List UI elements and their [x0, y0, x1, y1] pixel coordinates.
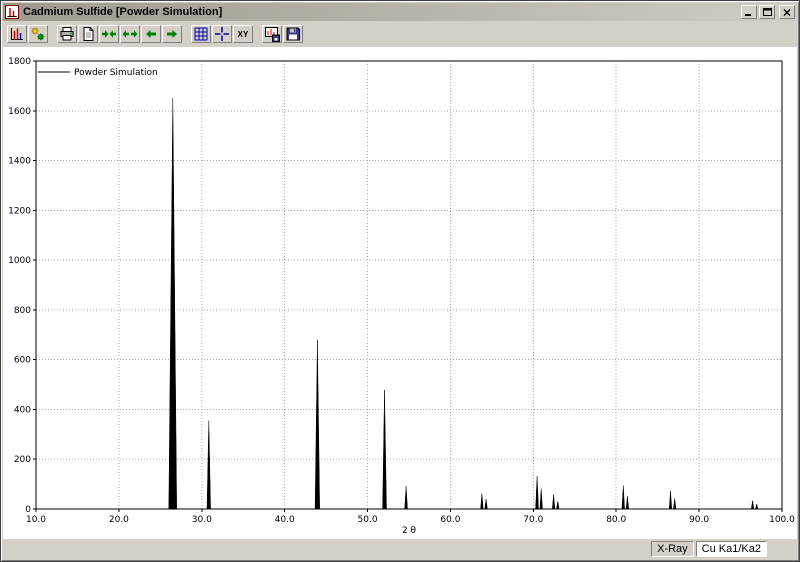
maximize-button[interactable] — [759, 5, 775, 19]
svg-text:90.0: 90.0 — [689, 515, 709, 525]
window-title: Cadmium Sulfide [Powder Simulation] — [23, 6, 223, 18]
compress-x-button[interactable] — [99, 25, 119, 43]
chart-area: 10.0 20.0 30.0 40.0 50.0 60.0 70.0 80.0 90.0 100.… — [3, 47, 797, 539]
crosshair-button[interactable] — [212, 25, 232, 43]
grid-toggle-button[interactable] — [191, 25, 211, 43]
print-button[interactable] — [57, 25, 77, 43]
app-icon[interactable] — [5, 5, 19, 19]
svg-text:10.0: 10.0 — [26, 515, 46, 525]
toolbar-group-navigation — [57, 25, 182, 43]
svg-text:1800: 1800 — [8, 57, 31, 67]
svg-text:80.0: 80.0 — [606, 515, 626, 525]
svg-text:800: 800 — [14, 306, 31, 316]
svg-text:2 θ: 2 θ — [402, 526, 417, 536]
xy-values-button[interactable]: XY — [233, 25, 253, 43]
minimize-icon — [745, 13, 751, 16]
export-chart-button[interactable] — [262, 25, 282, 43]
svg-text:1600: 1600 — [8, 107, 31, 117]
svg-text:60.0: 60.0 — [440, 515, 460, 525]
svg-text:1000: 1000 — [8, 256, 31, 266]
window-controls — [741, 5, 795, 19]
svg-text:200: 200 — [14, 455, 31, 465]
settings-icon — [31, 27, 45, 41]
close-icon — [783, 8, 791, 16]
export-chart-icon — [265, 27, 280, 42]
toolbar-group-file — [262, 25, 303, 43]
wavelength-panel: Cu Ka1/Ka2 — [695, 541, 767, 557]
svg-text:0: 0 — [25, 505, 31, 515]
scroll-right-icon — [167, 30, 177, 38]
diffractogram-icon — [11, 28, 23, 40]
svg-text:50.0: 50.0 — [358, 515, 378, 525]
toolbar: XY — [3, 21, 797, 47]
xy-icon: XY — [237, 29, 249, 39]
svg-text:1200: 1200 — [8, 206, 31, 216]
close-button[interactable] — [779, 5, 795, 19]
minimize-button[interactable] — [741, 5, 757, 19]
expand-x-button[interactable] — [120, 25, 140, 43]
svg-text:100.0: 100.0 — [769, 515, 795, 525]
maximize-icon — [762, 8, 772, 16]
document-icon — [83, 27, 94, 41]
save-button[interactable] — [283, 25, 303, 43]
svg-text:600: 600 — [14, 356, 31, 366]
grid-icon — [194, 27, 208, 41]
toolbar-group-display: XY — [191, 25, 253, 43]
printer-icon — [60, 27, 74, 41]
diffraction-plot[interactable]: 10.0 20.0 30.0 40.0 50.0 60.0 70.0 80.0 90.0 100.… — [4, 47, 796, 539]
svg-text:20.0: 20.0 — [109, 515, 129, 525]
scroll-left-icon — [146, 30, 156, 38]
svg-text:70.0: 70.0 — [523, 515, 543, 525]
svg-text:1400: 1400 — [8, 157, 31, 167]
expand-x-icon — [122, 30, 138, 38]
toolbar-group-pattern — [7, 25, 48, 43]
title-bar[interactable]: Cadmium Sulfide [Powder Simulation] — [3, 3, 797, 21]
diffractogram-button[interactable] — [7, 25, 27, 43]
save-icon — [286, 27, 300, 41]
compress-x-icon — [102, 30, 116, 38]
svg-text:400: 400 — [14, 405, 31, 415]
app-window: Cadmium Sulfide [Powder Simulation] XY 1… — [0, 0, 800, 562]
scroll-right-button[interactable] — [162, 25, 182, 43]
scroll-left-button[interactable] — [141, 25, 161, 43]
crosshair-icon — [215, 27, 229, 41]
svg-text:30.0: 30.0 — [192, 515, 212, 525]
document-button[interactable] — [78, 25, 98, 43]
svg-text:40.0: 40.0 — [275, 515, 295, 525]
app-icon-glyph — [5, 5, 19, 19]
status-bar: X-Ray Cu Ka1/Ka2 — [3, 539, 797, 559]
radiation-type-panel: X-Ray — [651, 541, 694, 557]
settings-button[interactable] — [28, 25, 48, 43]
svg-text:Powder Simulation: Powder Simulation — [74, 68, 158, 78]
